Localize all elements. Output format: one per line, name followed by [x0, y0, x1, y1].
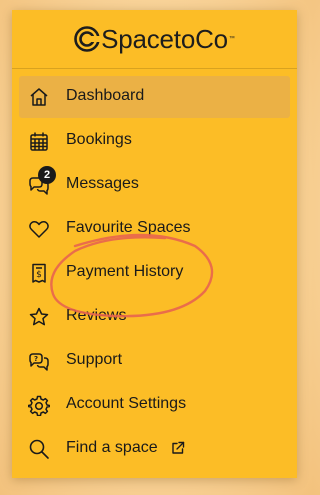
nav-item-support[interactable]: ? Support: [19, 340, 290, 382]
nav-label-dashboard: Dashboard: [66, 87, 145, 104]
brand-logo[interactable]: SpacetoCo ™: [12, 10, 297, 68]
nav-label-account-settings: Account Settings: [66, 395, 187, 412]
nav-label-favourite-spaces: Favourite Spaces: [66, 219, 191, 236]
search-icon: [29, 439, 49, 459]
external-link-icon: [172, 441, 185, 454]
nav-item-payment-history[interactable]: $ Payment History: [19, 252, 290, 294]
unread-count-badge: 2: [38, 166, 56, 184]
nav-label-payment-history: Payment History: [66, 263, 184, 280]
nav-item-reviews[interactable]: Reviews: [19, 296, 290, 338]
svg-text:$: $: [36, 270, 42, 280]
svg-text:?: ?: [34, 355, 38, 363]
nav-item-account-settings[interactable]: Account Settings: [19, 384, 290, 426]
nav-label-find-a-space: Find a space: [66, 439, 158, 456]
nav-item-find-a-space[interactable]: Find a space: [19, 428, 290, 470]
home-icon: [30, 88, 48, 106]
header-divider: [12, 68, 297, 69]
heart-icon: [29, 221, 49, 238]
receipt-icon: $: [32, 263, 46, 283]
brand-name: SpacetoCo: [101, 23, 228, 54]
brand-trademark: ™: [228, 36, 235, 42]
nav-label-messages: Messages: [66, 175, 139, 192]
star-icon: [29, 307, 49, 326]
logo-mark-icon: [74, 26, 103, 52]
nav-item-messages[interactable]: 2 Messages: [19, 164, 290, 206]
question-chat-icon: ?: [29, 353, 49, 371]
gear-icon: [28, 395, 50, 416]
calendar-icon: [30, 132, 48, 151]
nav-item-dashboard[interactable]: Dashboard: [19, 76, 290, 118]
nav-label-support: Support: [66, 351, 123, 368]
nav-label-reviews: Reviews: [66, 307, 127, 324]
nav-label-bookings: Bookings: [66, 131, 132, 148]
nav-item-bookings[interactable]: Bookings: [19, 120, 290, 162]
sidebar-panel: SpacetoCo ™ Dashboard Bookings 2 Message…: [12, 10, 297, 478]
nav-item-favourite-spaces[interactable]: Favourite Spaces: [19, 208, 290, 250]
